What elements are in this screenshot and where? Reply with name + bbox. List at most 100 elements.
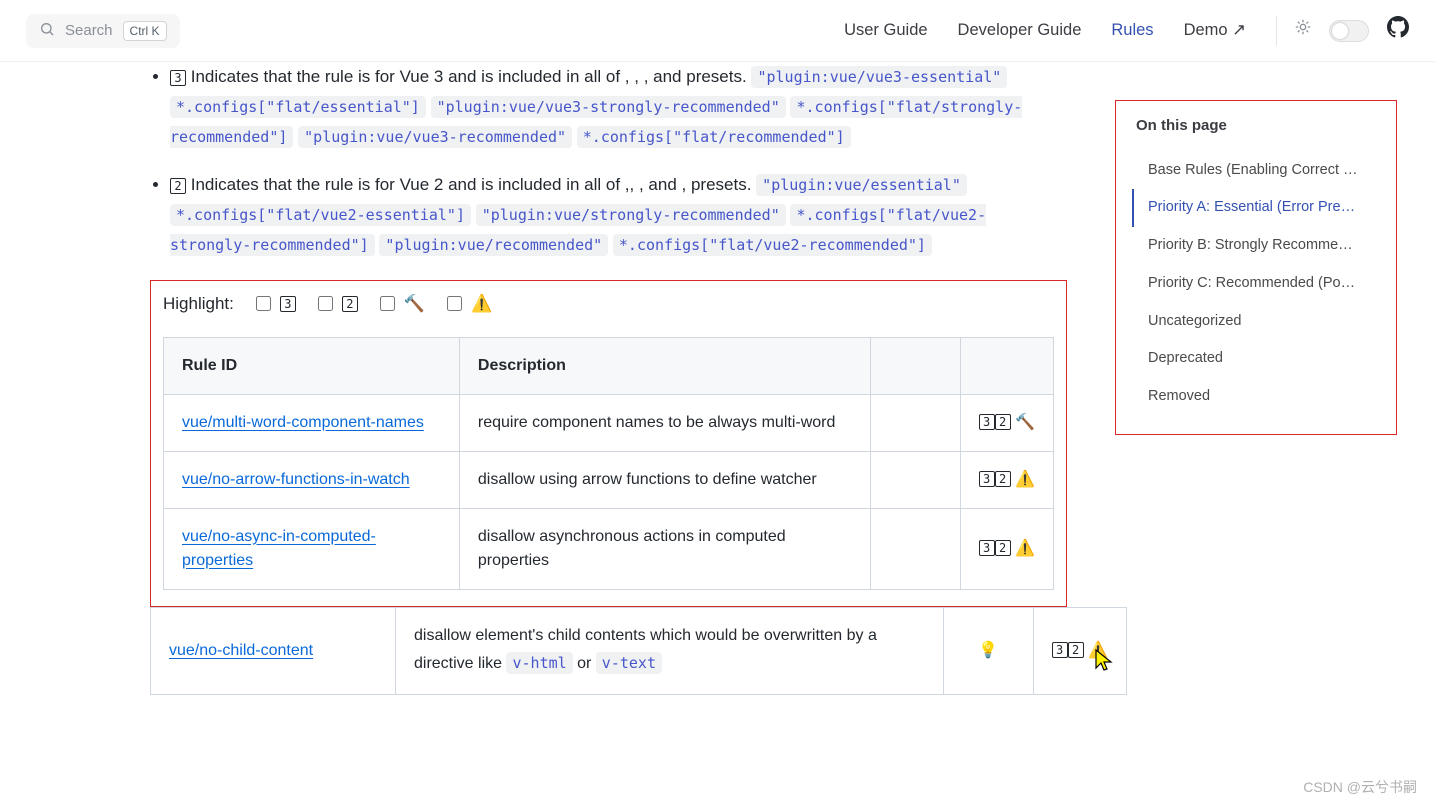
highlight-badge-3: 3 [280, 296, 296, 312]
page-outline: On this page Base Rules (Enabling Correc… [1115, 80, 1411, 455]
rule-icons: 32 ⚠️ [960, 508, 1053, 589]
hammer-icon: 🔨 [1015, 414, 1035, 431]
search-label: Search [65, 22, 113, 39]
appearance-section [1276, 16, 1409, 46]
rule-link[interactable]: vue/no-arrow-functions-in-watch [182, 471, 410, 488]
highlight-checkbox-fix[interactable] [380, 296, 395, 311]
highlight-check-2[interactable]: 2 [314, 293, 358, 314]
warning-icon: ⚠️ [1015, 471, 1035, 488]
highlight-label: Highlight: [163, 291, 234, 317]
preset-bullets: 3 Indicates that the rule is for Vue 3 a… [90, 62, 1067, 260]
highlight-checkbox-warn[interactable] [447, 296, 462, 311]
vue3-bullet-text: Indicates that the rule is for Vue 3 and… [191, 67, 747, 86]
outline-title: On this page [1136, 115, 1382, 138]
vue2-badge: 2 [170, 178, 186, 194]
vue3-code-1: *.configs["flat/essential"] [170, 96, 426, 118]
nav-user-guide[interactable]: User Guide [844, 18, 927, 43]
rule-suggestion [870, 394, 960, 451]
vue2-bullet: 2 Indicates that the rule is for Vue 2 a… [170, 170, 1067, 260]
table-row: vue/no-arrow-functions-in-watch disallow… [164, 451, 1054, 508]
search-button[interactable]: Search Ctrl K [26, 14, 180, 48]
nav-developer-guide[interactable]: Developer Guide [958, 18, 1082, 43]
rule-suggestion [870, 508, 960, 589]
badge-2: 2 [995, 471, 1011, 487]
highlight-badge-2: 2 [342, 296, 358, 312]
outline-item[interactable]: Priority B: Strongly Recomme… [1132, 227, 1382, 265]
badge-3: 3 [979, 414, 995, 430]
vue2-code-1: *.configs["flat/vue2-essential"] [170, 204, 471, 226]
nav-left: Search Ctrl K [26, 14, 180, 48]
outline-item[interactable]: Uncategorized [1132, 303, 1382, 341]
highlight-check-warn[interactable]: ⚠️ [443, 291, 492, 317]
rule-link[interactable]: vue/multi-word-component-names [182, 414, 424, 431]
badge-2: 2 [1068, 642, 1084, 658]
outline-item[interactable]: Priority A: Essential (Error Pre… [1132, 189, 1382, 227]
outline-list: Base Rules (Enabling Correct … Priority … [1132, 152, 1382, 416]
highlight-and-table-block: Highlight: 3 2 🔨 ⚠️ [150, 280, 1067, 607]
vue3-code-5: *.configs["flat/recommended"] [577, 126, 851, 148]
vue3-code-2: "plugin:vue/vue3-strongly-recommended" [431, 96, 786, 118]
theme-toggle[interactable] [1329, 20, 1369, 42]
rule-desc: disallow element's child contents which … [396, 607, 944, 694]
table-header-row: Rule ID Description [164, 337, 1054, 394]
vue3-badge: 3 [170, 70, 186, 86]
highlight-checkbox-3[interactable] [256, 296, 271, 311]
highlight-row: Highlight: 3 2 🔨 ⚠️ [163, 291, 1054, 317]
code-v-html: v-html [506, 652, 572, 674]
outline-item[interactable]: Deprecated [1132, 340, 1382, 378]
rule-link[interactable]: vue/no-async-in-computed-properties [182, 528, 376, 569]
vue3-bullet: 3 Indicates that the rule is for Vue 3 a… [170, 62, 1067, 152]
warning-icon: ⚠️ [1088, 642, 1108, 659]
search-icon [39, 21, 55, 41]
outline-item[interactable]: Removed [1132, 378, 1382, 416]
highlight-check-3[interactable]: 3 [252, 293, 296, 314]
github-icon [1387, 16, 1409, 38]
outline-item[interactable]: Priority C: Recommended (Po… [1132, 265, 1382, 303]
sun-icon [1295, 19, 1311, 43]
vue2-code-5: *.configs["flat/vue2-recommended"] [613, 234, 932, 256]
hammer-icon: 🔨 [404, 291, 425, 317]
vue2-code-0: "plugin:vue/essential" [756, 174, 967, 196]
rule-link[interactable]: vue/no-child-content [169, 642, 313, 659]
search-kbd: Ctrl K [123, 21, 167, 41]
col-description: Description [459, 337, 870, 394]
vue3-code-0: "plugin:vue/vue3-essential" [751, 66, 1007, 88]
rule-icons: 32 ⚠️ [960, 451, 1053, 508]
vue2-bullet-text: Indicates that the rule is for Vue 2 and… [191, 175, 752, 194]
code-v-text: v-text [596, 652, 662, 674]
rule-desc: disallow asynchronous actions in compute… [459, 508, 870, 589]
page: 3 Indicates that the rule is for Vue 3 a… [0, 0, 1435, 755]
main-content: 3 Indicates that the rule is for Vue 3 a… [0, 62, 1095, 755]
vue3-code-4: "plugin:vue/vue3-recommended" [298, 126, 572, 148]
col-suggestion [870, 337, 960, 394]
rules-table-cont: vue/no-child-content disallow element's … [150, 607, 1127, 695]
rule-icons: 32 🔨 [960, 394, 1053, 451]
highlight-check-fix[interactable]: 🔨 [376, 291, 425, 317]
rule-suggestion: 💡 [943, 607, 1033, 694]
vue2-code-4: "plugin:vue/recommended" [379, 234, 608, 256]
outline-item[interactable]: Base Rules (Enabling Correct … [1132, 152, 1382, 190]
rules-table: Rule ID Description vue/multi-word-compo… [163, 337, 1054, 590]
highlight-checkbox-2[interactable] [318, 296, 333, 311]
warning-icon: ⚠️ [1015, 540, 1035, 557]
badge-3: 3 [979, 471, 995, 487]
nav-right: User Guide Developer Guide Rules Demo ↗ [844, 16, 1409, 46]
badge-2: 2 [995, 414, 1011, 430]
table-row: vue/multi-word-component-names require c… [164, 394, 1054, 451]
rule-suggestion [870, 451, 960, 508]
topbar: Search Ctrl K User Guide Developer Guide… [0, 0, 1435, 62]
badge-3: 3 [979, 540, 995, 556]
github-link[interactable] [1387, 16, 1409, 46]
badge-3: 3 [1052, 642, 1068, 658]
rule-desc: require component names to be always mul… [459, 394, 870, 451]
nav-demo[interactable]: Demo ↗ [1184, 18, 1246, 43]
nav-rules[interactable]: Rules [1111, 18, 1153, 43]
watermark: CSDN @云兮书嗣 [1303, 777, 1417, 798]
table-row: vue/no-async-in-computed-properties disa… [164, 508, 1054, 589]
table-row: vue/no-child-content disallow element's … [151, 607, 1127, 694]
vue2-code-2: "plugin:vue/strongly-recommended" [476, 204, 786, 226]
col-icons [960, 337, 1053, 394]
rule-icons: 32 ⚠️ [1033, 607, 1126, 694]
outline-box: On this page Base Rules (Enabling Correc… [1115, 100, 1397, 435]
desc-mid: or [577, 655, 596, 672]
